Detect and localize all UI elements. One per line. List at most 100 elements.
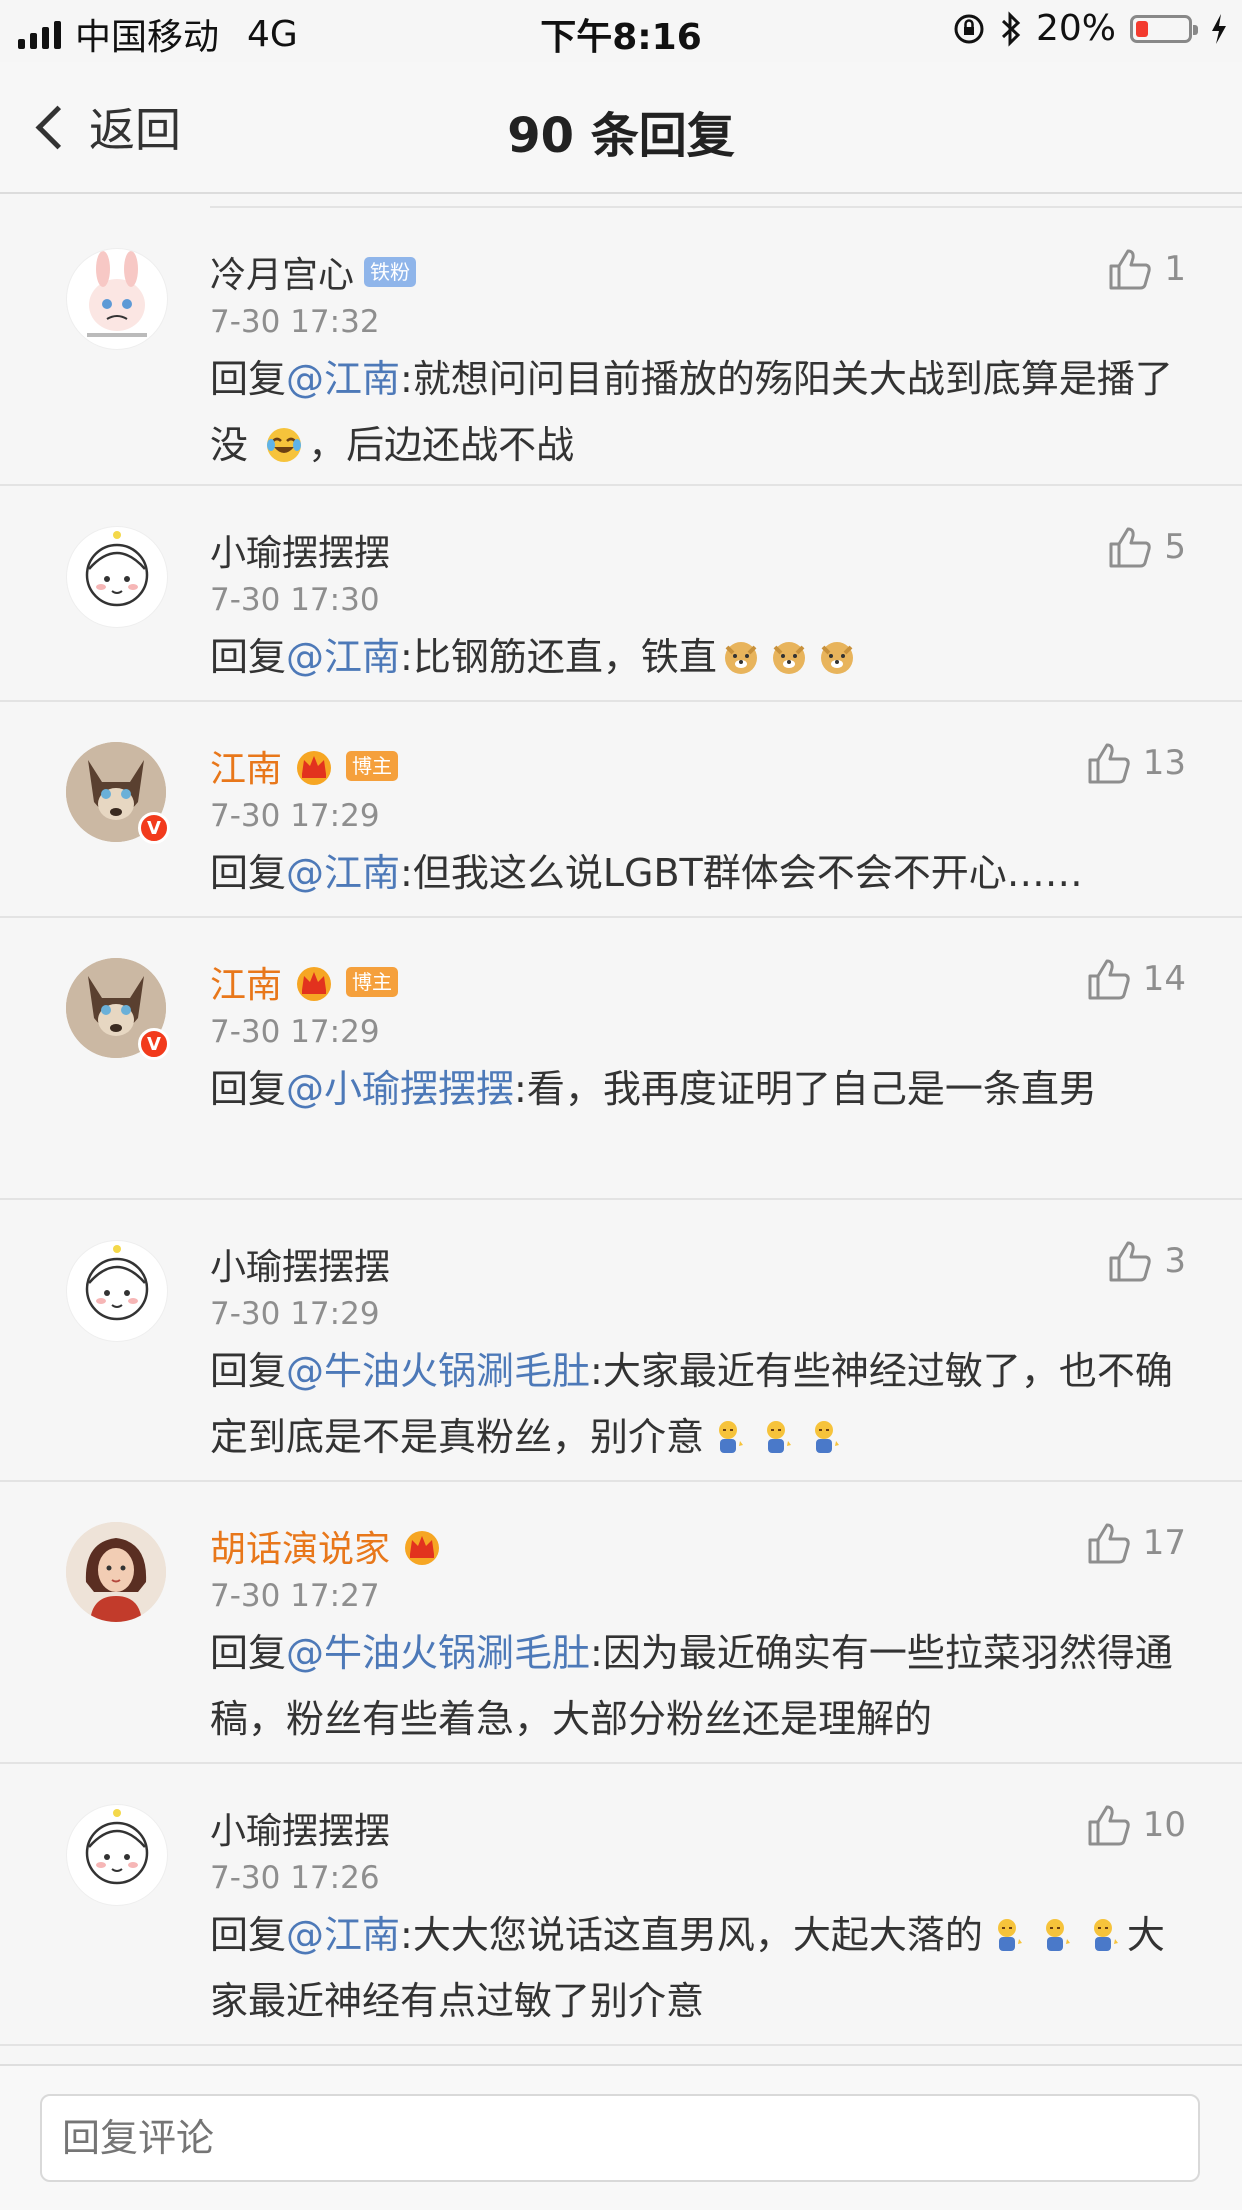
list-top-divider	[210, 196, 1242, 208]
comment-text: 回复@江南:大大您说话这直男风，大起大落的 大家最近神经有点过敏了别介意	[210, 1902, 1182, 2048]
like-button[interactable]: 14	[1087, 958, 1186, 1000]
like-count: 1	[1164, 249, 1186, 289]
mention-link[interactable]: @江南	[286, 851, 400, 895]
thumbs-up-icon	[1088, 1523, 1130, 1564]
username[interactable]: 冷月宫心	[210, 246, 354, 298]
reply-prefix: 回复	[210, 1067, 287, 1111]
pray-emoji-icon	[997, 1919, 1022, 1951]
nav-bar: 返回 90 条回复	[0, 62, 1242, 194]
username[interactable]: 江南	[210, 956, 282, 1008]
like-count: 17	[1142, 1523, 1186, 1563]
comment-body: :比钢筋还直，铁直	[400, 635, 717, 679]
pray-emoji-icon	[1093, 1919, 1118, 1951]
thumbs-up-icon	[1088, 1805, 1130, 1846]
reply-prefix: 回复	[210, 1913, 287, 1957]
doge-emoji-icon	[724, 642, 757, 674]
avatar[interactable]	[66, 248, 168, 350]
mention-link[interactable]: @江南	[286, 357, 400, 401]
comment-item[interactable]: V 江南 博主 7-30 17:29 回复@江南:但我这么说LGBT群体会不会不…	[0, 702, 1242, 918]
verified-badge-icon: V	[138, 812, 170, 844]
username[interactable]: 江南	[210, 740, 282, 792]
username[interactable]: 胡话演说家	[210, 1520, 390, 1572]
crown-icon	[405, 1531, 440, 1565]
pray-emoji-icon	[1045, 1919, 1070, 1951]
avatar[interactable]: V	[66, 958, 170, 1060]
comment-text: 回复@牛油火锅涮毛肚:因为最近确实有一些拉菜羽然得通稿，粉丝有些着急，大部分粉丝…	[210, 1620, 1182, 1766]
page-title: 90 条回复	[507, 108, 735, 164]
username[interactable]: 小瑜摆摆摆	[210, 524, 390, 576]
like-count: 10	[1142, 1805, 1186, 1845]
mention-link[interactable]: @小瑜摆摆摆	[286, 1067, 514, 1111]
comment-item[interactable]: 胡话演说家 7-30 17:27 回复@牛油火锅涮毛肚:因为最近确实有一些拉菜羽…	[0, 1482, 1242, 1764]
like-button[interactable]: 3	[1108, 1240, 1186, 1282]
avatar[interactable]	[66, 526, 168, 628]
comment-time: 7-30 17:29	[210, 798, 380, 834]
battery-icon	[1130, 14, 1198, 43]
comment-time: 7-30 17:26	[210, 1860, 380, 1896]
like-button[interactable]: 10	[1087, 1804, 1186, 1846]
reply-input[interactable]	[40, 2094, 1200, 2182]
comment-text: 回复@江南:但我这么说LGBT群体会不会不开心……	[210, 840, 1182, 920]
comment-body: :但我这么说LGBT群体会不会不开心……	[400, 851, 1083, 895]
avatar[interactable]	[66, 1522, 166, 1622]
crown-icon	[297, 751, 332, 785]
orientation-lock-icon	[954, 14, 984, 43]
username[interactable]: 小瑜摆摆摆	[210, 1802, 390, 1854]
owner-badge: 博主	[346, 967, 399, 997]
comment-list: 冷月宫心 铁粉 7-30 17:32 回复@江南:就想问问目前播放的殇阳关大战到…	[0, 196, 1242, 2046]
thumbs-up-icon	[1088, 743, 1130, 784]
like-button[interactable]: 1	[1108, 248, 1186, 290]
laughing-crying-emoji-icon	[267, 428, 302, 462]
comment-time: 7-30 17:32	[210, 304, 380, 340]
comment-header: 小瑜摆摆摆	[210, 1764, 1182, 1856]
comment-body: :看，我再度证明了自己是一条直男	[514, 1067, 1097, 1111]
comment-item[interactable]: 小瑜摆摆摆 7-30 17:26 回复@江南:大大您说话这直男风，大起大落的 大家…	[0, 1764, 1242, 2046]
verified-badge-icon: V	[138, 1028, 170, 1060]
mention-link[interactable]: @江南	[286, 635, 400, 679]
fan-badge: 铁粉	[364, 257, 417, 287]
comment-item[interactable]: V 江南 博主 7-30 17:29 回复@小瑜摆摆摆:看，我再度证明了自己是一…	[0, 918, 1242, 1200]
comment-text: 回复@江南:比钢筋还直，铁直	[210, 624, 1182, 704]
thumbs-up-icon	[1109, 527, 1152, 568]
reply-prefix: 回复	[210, 1349, 287, 1393]
comment-item[interactable]: 小瑜摆摆摆 7-30 17:30 回复@江南:比钢筋还直，铁直 5	[0, 486, 1242, 702]
comment-header: 小瑜摆摆摆	[210, 1200, 1182, 1292]
like-button[interactable]: 5	[1108, 526, 1186, 568]
bluetooth-icon	[1001, 10, 1021, 47]
thumbs-up-icon	[1088, 959, 1130, 1000]
comment-time: 7-30 17:27	[210, 1578, 380, 1614]
crown-icon	[297, 967, 332, 1001]
avatar[interactable]	[66, 1804, 168, 1906]
username[interactable]: 小瑜摆摆摆	[210, 1238, 390, 1290]
thumbs-up-icon	[1109, 249, 1152, 290]
avatar[interactable]: V	[66, 742, 170, 844]
mention-link[interactable]: @牛油火锅涮毛肚	[286, 1349, 590, 1393]
comment-text: 回复@牛油火锅涮毛肚:大家最近有些神经过敏了，也不确定到底是不是真粉丝，别介意	[210, 1338, 1182, 1484]
comment-item[interactable]: 小瑜摆摆摆 7-30 17:29 回复@牛油火锅涮毛肚:大家最近有些神经过敏了，…	[0, 1200, 1242, 1482]
charging-icon	[1212, 13, 1226, 44]
mention-link[interactable]: @牛油火锅涮毛肚	[286, 1631, 590, 1675]
reply-prefix: 回复	[210, 357, 287, 401]
avatar[interactable]	[66, 1240, 168, 1342]
like-button[interactable]: 13	[1087, 742, 1186, 784]
mention-link[interactable]: @江南	[286, 1913, 400, 1957]
reply-prefix: 回复	[210, 1631, 287, 1675]
comment-header: 胡话演说家	[210, 1482, 1182, 1574]
comment-header: 小瑜摆摆摆	[210, 486, 1182, 578]
owner-badge: 博主	[346, 751, 399, 781]
comment-header: 江南 博主	[210, 702, 1182, 794]
reply-prefix: 回复	[210, 851, 287, 895]
comment-header: 江南 博主	[210, 918, 1182, 1010]
comment-text: 回复@江南:就想问问目前播放的殇阳关大战到底算是播了没 ，后边还战不战	[210, 346, 1182, 492]
thumbs-up-icon	[1109, 1241, 1152, 1282]
like-count: 13	[1142, 743, 1186, 783]
comment-item[interactable]: 冷月宫心 铁粉 7-30 17:32 回复@江南:就想问问目前播放的殇阳关大战到…	[0, 208, 1242, 486]
comment-time: 7-30 17:29	[210, 1296, 380, 1332]
like-count: 5	[1164, 527, 1186, 567]
comment-text: 回复@小瑜摆摆摆:看，我再度证明了自己是一条直男	[210, 1056, 1182, 1136]
like-count: 3	[1164, 1241, 1186, 1281]
comment-time: 7-30 17:30	[210, 582, 380, 618]
status-bar: 中国移动 4G 下午8:16 20%	[0, 0, 1242, 62]
comment-header: 冷月宫心 铁粉	[210, 208, 1182, 300]
like-button[interactable]: 17	[1087, 1522, 1186, 1564]
